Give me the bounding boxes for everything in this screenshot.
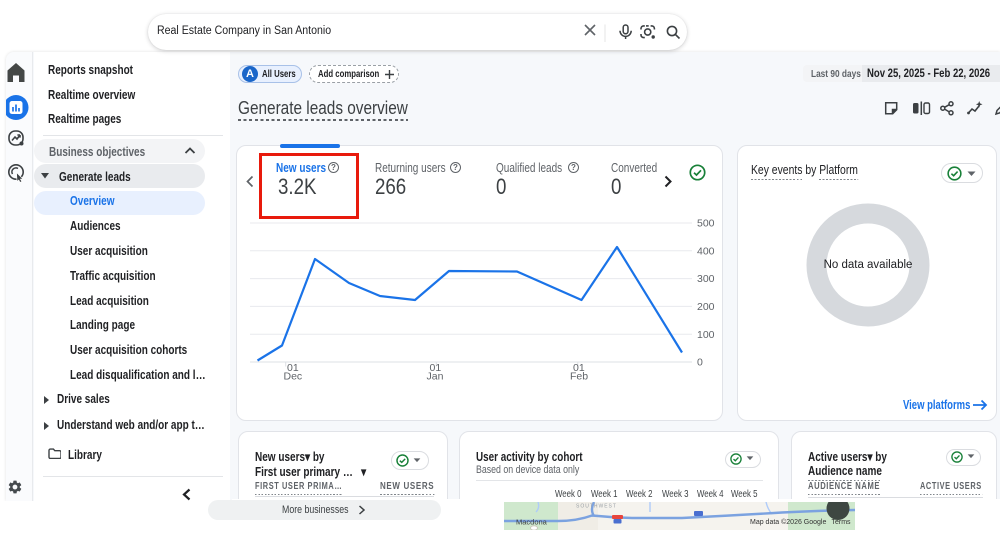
svg-text:Map data ©2026 Google: Map data ©2026 Google [750, 518, 826, 526]
svg-text:100: 100 [697, 329, 715, 341]
svg-text:Macdona: Macdona [516, 518, 548, 527]
svg-text:0: 0 [697, 357, 703, 369]
svg-text:Terms: Terms [832, 519, 852, 526]
svg-text:500: 500 [697, 218, 715, 230]
svg-text:300: 300 [697, 273, 715, 285]
svg-text:SOUTHWEST: SOUTHWEST [576, 504, 617, 510]
svg-text:Dec: Dec [284, 371, 303, 383]
svg-text:Feb: Feb [570, 371, 588, 383]
svg-text:400: 400 [697, 245, 715, 257]
svg-text:200: 200 [697, 301, 715, 313]
svg-text:Jan: Jan [427, 371, 444, 383]
